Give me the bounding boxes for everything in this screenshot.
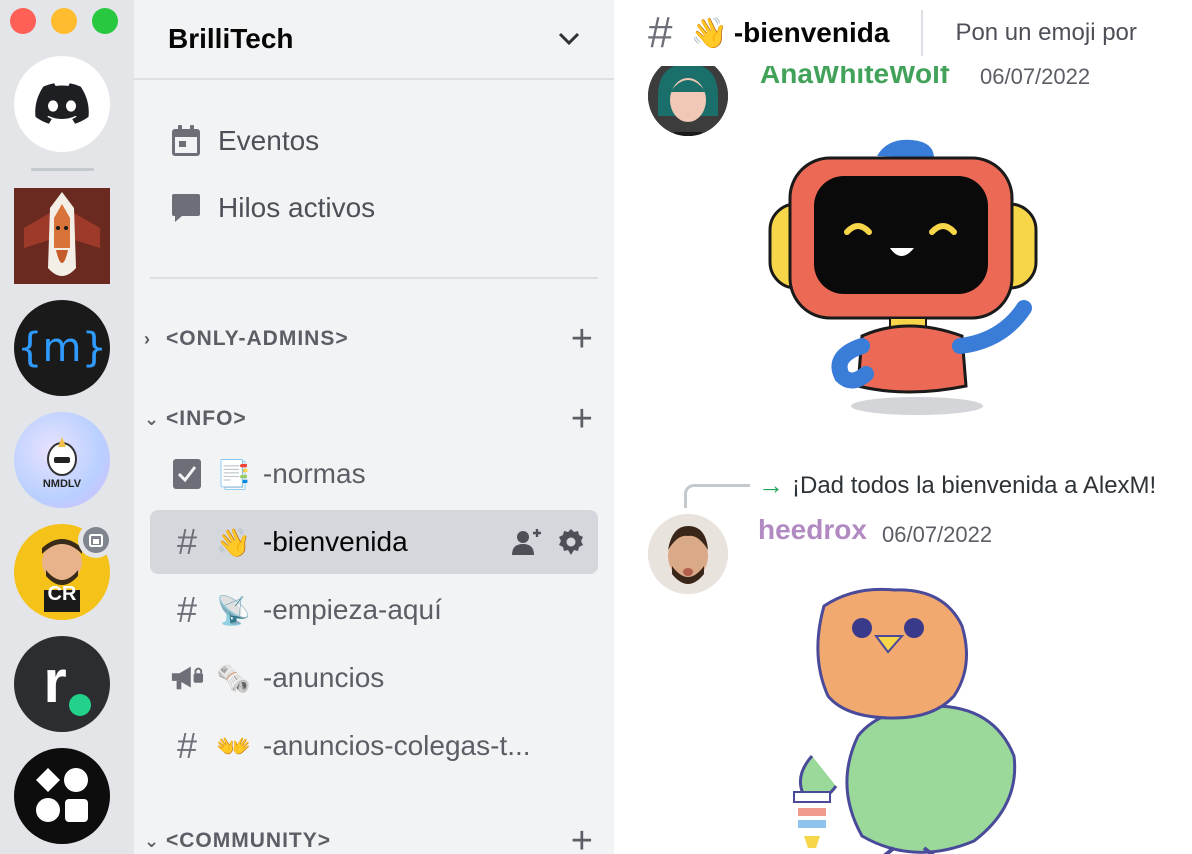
category-community[interactable]: ⌄ <COMMUNITY> + — [144, 822, 594, 854]
channel-emoji: 👐 — [216, 730, 251, 762]
channel-label: -bienvenida — [262, 526, 408, 557]
server-icon-shapes[interactable] — [14, 748, 110, 844]
category-label: <COMMUNITY> — [166, 829, 332, 852]
hash-icon: # — [176, 589, 198, 630]
message-timestamp: 06/07/2022 — [882, 522, 993, 547]
window-close-button[interactable] — [10, 8, 36, 34]
threads-icon — [172, 194, 200, 222]
guild-name: BrilliTech — [168, 23, 294, 54]
hash-icon: # — [648, 8, 673, 57]
threads-label: Hilos activos — [218, 192, 376, 223]
channel-topic[interactable]: Pon un emoji por — [955, 19, 1136, 47]
user-avatar-icon — [648, 514, 728, 594]
server-icon-m[interactable]: {m} — [14, 300, 110, 396]
channel-emoji: 📑 — [216, 458, 251, 490]
channel-topbar: # 👋 -bienvenida Pon un emoji por — [614, 0, 1192, 66]
add-channel-icon[interactable]: + — [571, 400, 594, 438]
chat-main: # 👋 -bienvenida Pon un emoji por AnaWhit… — [614, 0, 1192, 854]
green-dot-icon — [69, 694, 91, 716]
channel-label: -normas — [262, 458, 366, 489]
server-icon-nmdlv[interactable]: NMDLV — [14, 412, 110, 508]
window-minimize-button[interactable] — [51, 8, 77, 34]
user-avatar-icon — [648, 56, 728, 136]
calendar-badge-icon — [89, 534, 103, 547]
channel-emoji: 👋 — [216, 526, 251, 558]
chevron-down-icon: ⌄ — [144, 408, 161, 429]
calendar-icon — [172, 125, 200, 156]
server-initials: r — [43, 647, 67, 715]
chevron-down-icon: ⌄ — [144, 830, 161, 851]
home-button[interactable] — [14, 56, 110, 152]
category-label: <ONLY-ADMINS> — [166, 327, 349, 350]
topbar-divider — [921, 10, 924, 56]
channel-label: -anuncios — [262, 662, 385, 693]
invite-user-icon[interactable] — [512, 528, 542, 556]
add-channel-icon[interactable]: + — [571, 320, 594, 358]
settings-gear-icon[interactable] — [558, 529, 584, 555]
reply-text: ¡Dad todos la bienvenida a AlexM! — [792, 471, 1157, 499]
message-author[interactable]: heedrox — [758, 514, 867, 546]
fox-avatar-icon — [14, 188, 110, 284]
bird-sticker — [793, 587, 1017, 854]
server-initials: CR — [47, 583, 77, 605]
channel-sidebar: BrilliTech Eventos Hilos activos › <ONLY… — [134, 0, 614, 854]
category-label: <INFO> — [166, 407, 247, 430]
shapes-icon — [36, 768, 88, 822]
rail-separator — [31, 168, 94, 171]
category-info[interactable]: ⌄ <INFO> + — [144, 400, 594, 438]
avatar[interactable] — [648, 56, 728, 136]
events-nav-item[interactable]: Eventos — [170, 124, 319, 158]
chevron-right-icon: › — [144, 328, 151, 349]
channel-title: -bienvenida — [733, 17, 890, 48]
server-rail: {m} NMDLV CR r — [0, 0, 134, 854]
robot-sticker — [768, 139, 1038, 415]
stage-badge — [78, 522, 114, 558]
channel-label: -anuncios-colegas-t... — [262, 730, 531, 761]
channel-bienvenida[interactable]: # 👋 -bienvenida — [150, 510, 598, 574]
server-icon-fox[interactable] — [14, 188, 110, 284]
channel-anuncios[interactable]: 🗞️ -anuncios — [150, 646, 598, 710]
discord-logo-icon — [35, 83, 89, 124]
hash-icon: # — [176, 725, 198, 766]
rules-icon — [170, 458, 204, 490]
chevron-down-icon[interactable] — [558, 32, 580, 46]
arrow-right-icon: → — [758, 470, 784, 500]
server-initials: {m} — [17, 325, 107, 371]
channel-emoji: 📡 — [216, 594, 251, 626]
channel-label: -empieza-aquí — [262, 594, 442, 625]
category-only-admins[interactable]: › <ONLY-ADMINS> + — [144, 320, 594, 358]
hash-icon: # — [176, 521, 198, 562]
events-label: Eventos — [218, 125, 320, 156]
channel-empieza-aqui[interactable]: # 📡 -empieza-aquí — [150, 578, 598, 642]
reply-preview[interactable]: → ¡Dad todos la bienvenida a AlexM! — [758, 470, 1156, 501]
channel-normas[interactable]: 📑 -normas — [150, 442, 598, 506]
avatar[interactable] — [648, 514, 728, 594]
reply-connector — [684, 484, 750, 508]
sidebar-divider — [150, 277, 598, 279]
window-maximize-button[interactable] — [92, 8, 118, 34]
add-channel-icon[interactable]: + — [571, 822, 594, 854]
server-icon-r[interactable]: r — [14, 636, 110, 732]
channel-emoji: 🗞️ — [216, 662, 251, 694]
announcement-icon — [170, 663, 204, 693]
server-initials: NMDLV — [42, 478, 82, 490]
channel-emoji: 👋 — [690, 16, 728, 50]
guild-header[interactable]: BrilliTech — [134, 0, 614, 80]
channel-anuncios-colegas[interactable]: # 👐 -anuncios-colegas-t... — [150, 714, 598, 778]
message-timestamp: 06/07/2022 — [980, 64, 1091, 89]
threads-nav-item[interactable]: Hilos activos — [170, 192, 375, 224]
